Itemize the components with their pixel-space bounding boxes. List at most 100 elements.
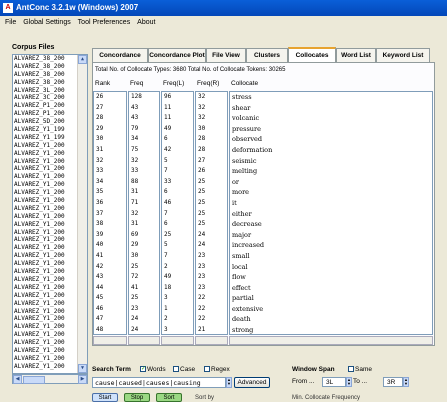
collocate-cell[interactable]: decrease — [230, 219, 432, 230]
corpus-file-item[interactable]: ALVAREZ_38_200 — [13, 71, 80, 79]
freq-right-cell[interactable]: 22 — [196, 314, 227, 325]
freq-cell[interactable]: 72 — [129, 272, 159, 283]
freq-right-cell[interactable]: 27 — [196, 156, 227, 167]
collocate-column-scrollbar[interactable] — [229, 336, 433, 345]
rank-cell[interactable]: 46 — [94, 304, 126, 315]
freq-left-cell[interactable]: 2 — [162, 262, 193, 273]
corpus-file-item[interactable]: ALVAREZ_Y1_200 — [13, 189, 80, 197]
freq-left-cell[interactable]: 6 — [162, 187, 193, 198]
case-option[interactable]: Case — [170, 366, 195, 373]
collocate-cell[interactable]: small — [230, 251, 432, 262]
freq-cell[interactable]: 71 — [129, 198, 159, 209]
rank-cell[interactable]: 45 — [94, 293, 126, 304]
corpus-file-item[interactable]: ALVAREZ_3L_200 — [13, 87, 80, 95]
menu-about[interactable]: About — [137, 19, 155, 26]
freq-cell[interactable]: 25 — [129, 293, 159, 304]
regex-option[interactable]: Regex — [201, 366, 230, 373]
freq-right-column-scrollbar[interactable] — [195, 336, 228, 345]
freq-cell[interactable]: 43 — [129, 113, 159, 124]
freq-cell[interactable]: 32 — [129, 209, 159, 220]
freq-right-cell[interactable]: 23 — [196, 251, 227, 262]
rank-cell[interactable]: 34 — [94, 177, 126, 188]
freq-left-cell[interactable]: 46 — [162, 198, 193, 209]
freq-left-column-scrollbar[interactable] — [161, 336, 194, 345]
freq-right-cell[interactable]: 25 — [196, 177, 227, 188]
freq-left-cell[interactable]: 7 — [162, 251, 193, 262]
corpus-file-item[interactable]: ALVAREZ_Y1_200 — [13, 142, 80, 150]
freq-right-cell[interactable]: 32 — [196, 92, 227, 103]
freq-column[interactable]: 128 43 43 79 34 75 32 33 88 31 71 32 31 69 29 30 25 72 41 2… — [128, 91, 160, 335]
corpus-file-item[interactable]: ALVAREZ_38_200 — [13, 55, 80, 63]
freq-cell[interactable]: 24 — [129, 314, 159, 325]
freq-left-cell[interactable]: 5 — [162, 156, 193, 167]
freq-right-cell[interactable]: 25 — [196, 198, 227, 209]
corpus-file-item[interactable]: ALVAREZ_Y1_200 — [13, 323, 80, 331]
corpus-file-list[interactable]: ALVAREZ_38_200 ALVAREZ_38_200 ALVAREZ_38_2… — [12, 54, 88, 374]
rank-cell[interactable]: 48 — [94, 325, 126, 334]
corpus-file-item[interactable]: ALVAREZ_Y1_200 — [13, 315, 80, 323]
span-from-stepper[interactable]: ▲ ▼ — [346, 377, 352, 387]
freq-cell[interactable]: 30 — [129, 251, 159, 262]
freq-cell[interactable]: 29 — [129, 240, 159, 251]
freq-left-cell[interactable]: 42 — [162, 145, 193, 156]
collocate-cell[interactable]: death — [230, 314, 432, 325]
tab-word-list[interactable]: Word List — [336, 48, 376, 62]
corpus-file-item[interactable]: ALVAREZ_Y1_200 — [13, 292, 80, 300]
span-to-input[interactable]: 3R — [383, 377, 403, 387]
corpus-file-item[interactable]: ALVAREZ_Y1_200 — [13, 221, 80, 229]
freq-right-cell[interactable]: 22 — [196, 304, 227, 315]
corpus-file-item[interactable]: ALVAREZ_Y1_200 — [13, 300, 80, 308]
freq-right-cell[interactable]: 23 — [196, 283, 227, 294]
rank-cell[interactable]: 44 — [94, 283, 126, 294]
regex-checkbox[interactable] — [204, 366, 210, 373]
search-history-stepper[interactable]: ▲ ▼ — [226, 377, 232, 388]
rank-cell[interactable]: 26 — [94, 92, 126, 103]
tab-collocates[interactable]: Collocates — [288, 47, 336, 62]
corpus-file-item[interactable]: ALVAREZ_P1_200 — [13, 110, 80, 118]
rank-cell[interactable]: 36 — [94, 198, 126, 209]
collocate-cell[interactable]: local — [230, 262, 432, 273]
same-checkbox[interactable] — [348, 366, 354, 373]
collocate-cell[interactable]: observed — [230, 134, 432, 145]
corpus-file-item[interactable]: ALVAREZ_Y1_200 — [13, 363, 80, 371]
corpus-file-item[interactable]: ALVAREZ_Y1_200 — [13, 355, 80, 363]
collocate-cell[interactable]: shear — [230, 103, 432, 114]
start-button[interactable]: Start — [92, 393, 118, 402]
corpus-file-item[interactable]: ALVAREZ_Y1_200 — [13, 181, 80, 189]
freq-right-column[interactable]: 32 32 32 30 28 28 27 26 25 25 25 25 25 24 24 23 23 23 23 22… — [195, 91, 228, 335]
freq-right-cell[interactable]: 32 — [196, 113, 227, 124]
freq-left-cell[interactable]: 2 — [162, 314, 193, 325]
rank-column[interactable]: 26 27 28 29 30 31 32 33 34 35 36 37 38 39 40 41 42 43 44 45… — [93, 91, 127, 335]
menu-global-settings[interactable]: Global Settings — [23, 19, 70, 26]
scroll-right-icon[interactable]: ▶ — [78, 375, 87, 384]
freq-left-cell[interactable]: 18 — [162, 283, 193, 294]
freq-right-cell[interactable]: 24 — [196, 230, 227, 241]
collocate-cell[interactable]: increased — [230, 240, 432, 251]
corpus-file-item[interactable]: ALVAREZ_Y1_200 — [13, 284, 80, 292]
collocate-cell[interactable]: deformation — [230, 145, 432, 156]
freq-cell[interactable]: 24 — [129, 325, 159, 334]
freq-right-cell[interactable]: 28 — [196, 145, 227, 156]
column-header-freq-right[interactable]: Freq(R) — [197, 80, 219, 87]
rank-cell[interactable]: 28 — [94, 113, 126, 124]
rank-cell[interactable]: 47 — [94, 314, 126, 325]
rank-cell[interactable]: 40 — [94, 240, 126, 251]
freq-left-cell[interactable]: 7 — [162, 209, 193, 220]
collocate-cell[interactable]: extensive — [230, 304, 432, 315]
scroll-thumb[interactable] — [23, 376, 45, 384]
corpus-file-item[interactable]: ALVAREZ_Y1_200 — [13, 165, 80, 173]
corpus-file-item[interactable]: ALVAREZ_Y1_200 — [13, 213, 80, 221]
freq-right-cell[interactable]: 30 — [196, 124, 227, 135]
freq-left-column[interactable]: 96 11 11 49 6 42 5 7 33 6 46 7 6 25 5 7 2 49 18 3 1 2 3 — [161, 91, 194, 335]
freq-cell[interactable]: 33 — [129, 166, 159, 177]
freq-right-cell[interactable]: 26 — [196, 166, 227, 177]
freq-cell[interactable]: 75 — [129, 145, 159, 156]
freq-left-cell[interactable]: 11 — [162, 103, 193, 114]
corpus-file-item[interactable]: ALVAREZ_Y1_200 — [13, 308, 80, 316]
collocate-cell[interactable]: it — [230, 198, 432, 209]
file-list-vertical-scrollbar[interactable]: ▲ ▼ — [77, 55, 87, 373]
freq-left-cell[interactable]: 11 — [162, 113, 193, 124]
collocate-cell[interactable]: either — [230, 209, 432, 220]
freq-cell[interactable]: 32 — [129, 156, 159, 167]
corpus-file-item[interactable]: ALVAREZ_Y1_200 — [13, 268, 80, 276]
